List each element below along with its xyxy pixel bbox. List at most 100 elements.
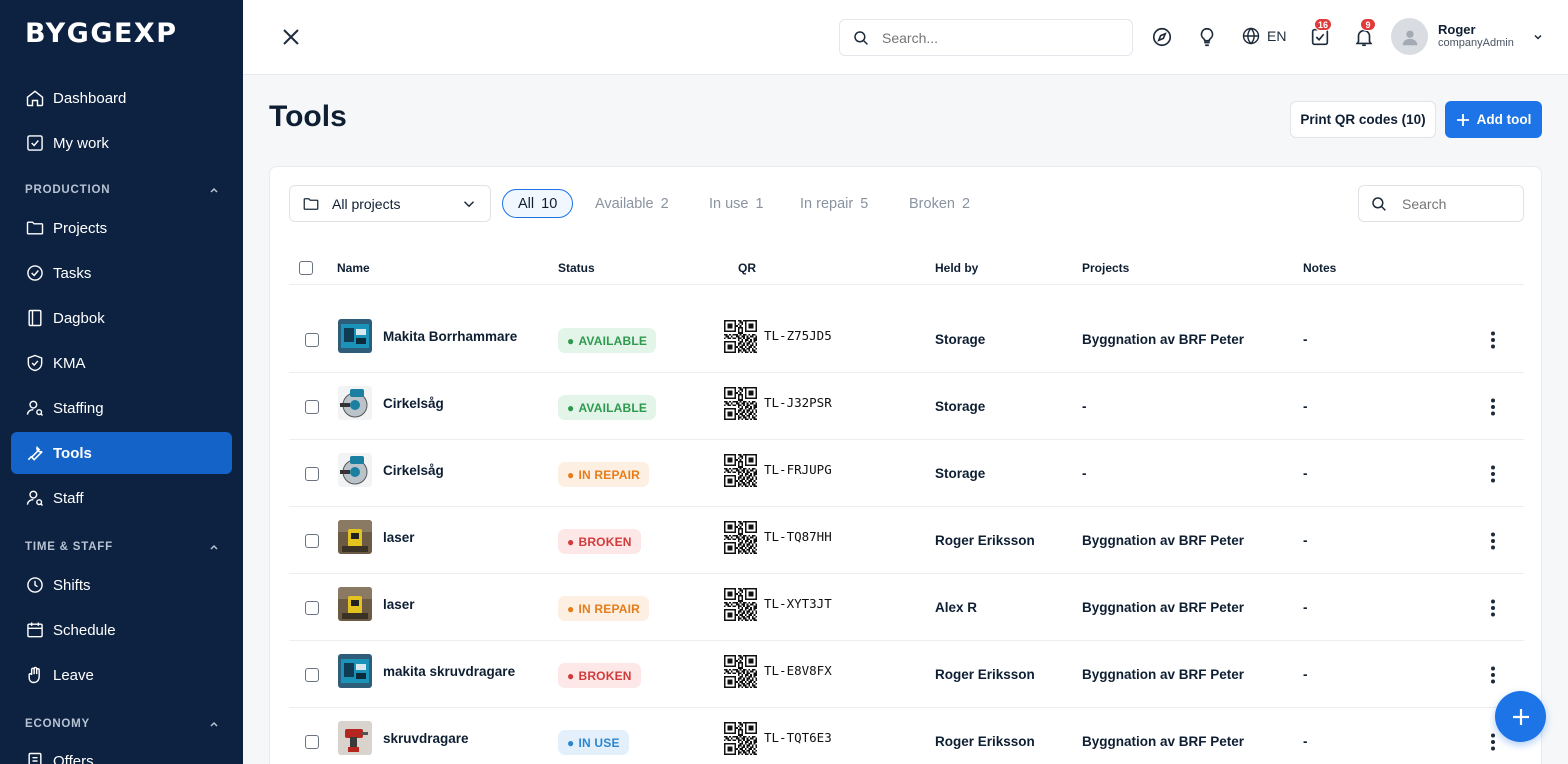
more-vertical-icon[interactable] bbox=[1482, 597, 1504, 619]
table-header: Name Status QR Held by Projects Notes bbox=[289, 247, 1524, 285]
sidebar-item-tools[interactable]: Tools bbox=[11, 432, 232, 474]
notes: - bbox=[1303, 332, 1308, 347]
more-vertical-icon[interactable] bbox=[1482, 731, 1504, 753]
section-production[interactable]: PRODUCTION bbox=[25, 184, 220, 196]
tool-name[interactable]: Cirkelsåg bbox=[383, 463, 444, 478]
floating-add-button[interactable] bbox=[1495, 691, 1546, 742]
project-name: - bbox=[1082, 399, 1087, 414]
column-header-status[interactable]: Status bbox=[558, 261, 595, 275]
filter-in-use[interactable]: In use 1 bbox=[709, 189, 764, 218]
more-vertical-icon[interactable] bbox=[1482, 664, 1504, 686]
tool-thumbnail[interactable] bbox=[338, 319, 372, 353]
section-economy[interactable]: ECONOMY bbox=[25, 718, 220, 730]
status-badge: ● AVAILABLE bbox=[558, 395, 657, 420]
table-row[interactable]: laser ● BROKEN TL-TQ87HH Roger Eriksson … bbox=[289, 507, 1524, 574]
sidebar-item-shifts[interactable]: Shifts bbox=[11, 564, 232, 606]
sidebar-item-dashboard[interactable]: Dashboard bbox=[11, 77, 232, 119]
user-menu[interactable]: Roger companyAdmin bbox=[1391, 18, 1544, 55]
tool-thumbnail[interactable] bbox=[338, 453, 372, 487]
filter-available[interactable]: Available 2 bbox=[595, 189, 669, 218]
filter-all[interactable]: All 10 bbox=[502, 189, 574, 218]
sidebar-item-projects[interactable]: Projects bbox=[11, 207, 232, 249]
column-header-name[interactable]: Name bbox=[337, 261, 370, 275]
sidebar-item-tasks[interactable]: Tasks bbox=[11, 252, 232, 294]
more-vertical-icon[interactable] bbox=[1482, 329, 1504, 351]
status-label: BROKEN bbox=[578, 534, 632, 549]
sidebar-item-staff[interactable]: Staff bbox=[11, 477, 232, 519]
row-checkbox[interactable] bbox=[305, 333, 319, 347]
column-header-projects[interactable]: Projects bbox=[1082, 261, 1129, 275]
section-time-staff[interactable]: TIME & STAFF bbox=[25, 541, 220, 553]
global-search[interactable] bbox=[839, 19, 1133, 56]
qr-code-icon[interactable] bbox=[724, 454, 757, 487]
close-icon[interactable] bbox=[279, 25, 303, 49]
tool-thumbnail[interactable] bbox=[338, 721, 372, 755]
tool-thumbnail[interactable] bbox=[338, 520, 372, 554]
more-vertical-icon[interactable] bbox=[1482, 396, 1504, 418]
qr-code-icon[interactable] bbox=[724, 655, 757, 688]
table-search[interactable] bbox=[1358, 185, 1524, 222]
held-by: Storage bbox=[935, 332, 986, 347]
tool-name[interactable]: Cirkelsåg bbox=[383, 396, 444, 411]
table-row[interactable]: Cirkelsåg ● AVAILABLE TL-J32PSR Storage … bbox=[289, 373, 1524, 440]
tools-table-card: All projects All 10 Available 2 In use 1 In… bbox=[269, 166, 1542, 764]
status-label: IN REPAIR bbox=[578, 601, 641, 616]
tool-name[interactable]: makita skruvdragare bbox=[383, 664, 515, 679]
tool-name[interactable]: laser bbox=[383, 597, 415, 612]
user-search-icon bbox=[26, 490, 44, 507]
sidebar-item-offers[interactable]: Offers bbox=[11, 740, 232, 764]
qr-code-icon[interactable] bbox=[724, 722, 757, 755]
tool-thumbnail[interactable] bbox=[338, 386, 372, 420]
print-qr-codes-button[interactable]: Print QR codes (10) bbox=[1290, 101, 1436, 138]
qr-code-icon[interactable] bbox=[724, 320, 757, 353]
table-search-input[interactable] bbox=[1402, 195, 1502, 212]
row-checkbox[interactable] bbox=[305, 400, 319, 414]
compass-icon[interactable] bbox=[1151, 26, 1173, 48]
project-select[interactable]: All projects bbox=[289, 185, 491, 222]
qr-code-icon[interactable] bbox=[724, 387, 757, 420]
more-vertical-icon[interactable] bbox=[1482, 463, 1504, 485]
qr-code-icon[interactable] bbox=[724, 588, 757, 621]
select-all-checkbox[interactable] bbox=[299, 261, 313, 275]
row-checkbox[interactable] bbox=[305, 467, 319, 481]
tool-name[interactable]: laser bbox=[383, 530, 415, 545]
tool-name[interactable]: skruvdragare bbox=[383, 731, 469, 746]
row-checkbox[interactable] bbox=[305, 735, 319, 749]
brand-logo[interactable]: BYGGEXP bbox=[25, 18, 178, 49]
add-tool-label: Add tool bbox=[1476, 112, 1532, 127]
filter-in-repair[interactable]: In repair 5 bbox=[800, 189, 868, 218]
page-title: Tools bbox=[269, 100, 347, 133]
sidebar-item-dagbok[interactable]: Dagbok bbox=[11, 297, 232, 339]
status-badge: ● IN REPAIR bbox=[558, 596, 650, 621]
sidebar-item-my-work[interactable]: My work bbox=[11, 122, 232, 164]
table-row[interactable]: skruvdragare ● IN USE TL-TQT6E3 Roger Er… bbox=[289, 708, 1524, 764]
sidebar-item-label: Dashboard bbox=[53, 89, 127, 107]
filter-broken[interactable]: Broken 2 bbox=[909, 189, 970, 218]
tool-thumbnail[interactable] bbox=[338, 654, 372, 688]
sidebar-item-label: Leave bbox=[53, 666, 94, 684]
sidebar-item-staffing[interactable]: Staffing bbox=[11, 387, 232, 429]
sidebar-item-leave[interactable]: Leave bbox=[11, 654, 232, 696]
table-row[interactable]: laser ● IN REPAIR TL-XYT3JT Alex R Byggn… bbox=[289, 574, 1524, 641]
section-label: ECONOMY bbox=[25, 718, 91, 730]
sidebar-item-kma[interactable]: KMA bbox=[11, 342, 232, 384]
notes: - bbox=[1303, 600, 1308, 615]
tool-name[interactable]: Makita Borrhammare bbox=[383, 329, 517, 344]
sidebar-item-schedule[interactable]: Schedule bbox=[11, 609, 232, 651]
row-checkbox[interactable] bbox=[305, 601, 319, 615]
row-checkbox[interactable] bbox=[305, 534, 319, 548]
more-vertical-icon[interactable] bbox=[1482, 530, 1504, 552]
language-selector[interactable]: EN bbox=[1241, 26, 1286, 46]
search-input[interactable] bbox=[882, 29, 1102, 46]
table-row[interactable]: Makita Borrhammare ● AVAILABLE TL-Z75JD5… bbox=[289, 306, 1524, 373]
table-row[interactable]: Cirkelsåg ● IN REPAIR TL-FRJUPG Storage … bbox=[289, 440, 1524, 507]
row-checkbox[interactable] bbox=[305, 668, 319, 682]
column-header-held-by[interactable]: Held by bbox=[935, 261, 978, 275]
qr-code-icon[interactable] bbox=[724, 521, 757, 554]
tool-thumbnail[interactable] bbox=[338, 587, 372, 621]
add-tool-button[interactable]: Add tool bbox=[1445, 101, 1542, 138]
table-row[interactable]: makita skruvdragare ● BROKEN TL-E8V8FX R… bbox=[289, 641, 1524, 708]
status-badge: ● BROKEN bbox=[558, 529, 641, 554]
project-name: - bbox=[1082, 466, 1087, 481]
lightbulb-icon[interactable] bbox=[1196, 26, 1218, 48]
